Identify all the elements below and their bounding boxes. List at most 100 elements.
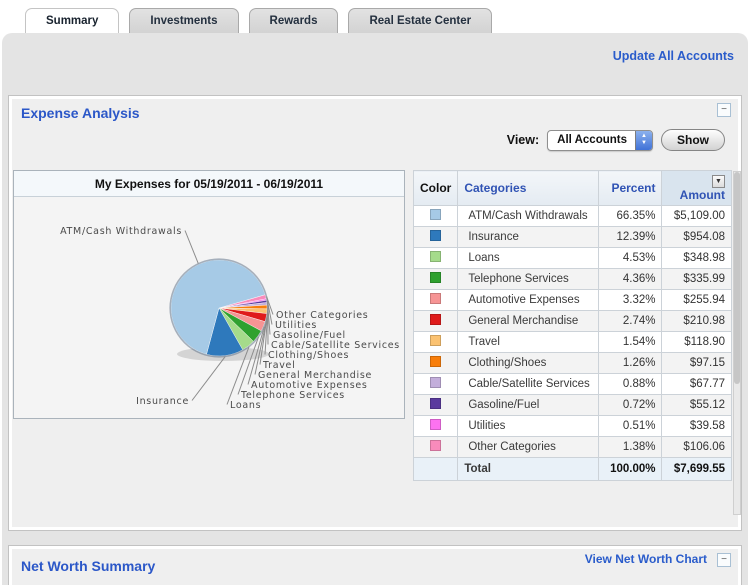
color-cell <box>414 269 458 290</box>
color-swatch <box>430 398 441 409</box>
percent-cell: 4.36% <box>598 269 662 290</box>
amount-cell: $39.58 <box>662 416 732 437</box>
expense-pie-chart: ATM/Cash WithdrawalsOther CategoriesUtil… <box>14 197 404 418</box>
color-swatch <box>430 440 441 451</box>
pie-label: Loans <box>230 400 261 411</box>
table-row: Cable/Satellite Services0.88%$67.77 <box>414 374 732 395</box>
category-cell: Other Categories <box>458 437 599 458</box>
table-header-row: Color Categories Percent ▼Amount <box>414 171 732 206</box>
category-cell: Automotive Expenses <box>458 290 599 311</box>
percent-cell: 3.32% <box>598 290 662 311</box>
chart-title: My Expenses for 05/19/2011 - 06/19/2011 <box>14 171 404 197</box>
tab-summary[interactable]: Summary <box>25 8 119 34</box>
table-row: Utilities0.51%$39.58 <box>414 416 732 437</box>
accounts-select-value: All Accounts <box>548 134 635 146</box>
tab-investments[interactable]: Investments <box>129 8 238 34</box>
amount-sort-icon[interactable]: ▼ <box>712 175 725 188</box>
update-all-accounts-link[interactable]: Update All Accounts <box>613 49 734 63</box>
expense-table: Color Categories Percent ▼Amount ATM/Cas… <box>413 170 732 481</box>
color-swatch <box>430 272 441 283</box>
amount-cell: $954.08 <box>662 227 732 248</box>
accounts-select[interactable]: All Accounts ▲▼ <box>547 130 653 151</box>
category-cell: General Merchandise <box>458 311 599 332</box>
color-swatch <box>430 377 441 388</box>
color-cell <box>414 353 458 374</box>
col-color: Color <box>414 171 458 206</box>
tab-rewards[interactable]: Rewards <box>249 8 339 34</box>
col-categories[interactable]: Categories <box>458 171 599 206</box>
amount-cell: $55.12 <box>662 395 732 416</box>
category-cell: Gasoline/Fuel <box>458 395 599 416</box>
color-swatch <box>430 251 441 262</box>
main-container: Update All Accounts Expense Analysis − V… <box>2 33 748 585</box>
percent-cell: 1.26% <box>598 353 662 374</box>
category-cell: Clothing/Shoes <box>458 353 599 374</box>
category-cell: ATM/Cash Withdrawals <box>458 206 599 227</box>
table-row: Automotive Expenses3.32%$255.94 <box>414 290 732 311</box>
amount-cell: $5,109.00 <box>662 206 732 227</box>
amount-cell: $67.77 <box>662 374 732 395</box>
table-row: ATM/Cash Withdrawals66.35%$5,109.00 <box>414 206 732 227</box>
color-swatch <box>430 209 441 220</box>
percent-cell: 2.74% <box>598 311 662 332</box>
table-row: Other Categories1.38%$106.06 <box>414 437 732 458</box>
table-row: Clothing/Shoes1.26%$97.15 <box>414 353 732 374</box>
amount-cell: $335.99 <box>662 269 732 290</box>
color-swatch <box>430 230 441 241</box>
col-percent[interactable]: Percent <box>598 171 662 206</box>
amount-cell: $210.98 <box>662 311 732 332</box>
amount-cell: $106.06 <box>662 437 732 458</box>
percent-cell: 1.38% <box>598 437 662 458</box>
pie-label: ATM/Cash Withdrawals <box>60 226 182 237</box>
color-cell <box>414 395 458 416</box>
amount-cell: $255.94 <box>662 290 732 311</box>
color-swatch <box>430 335 441 346</box>
expense-chart-box: My Expenses for 05/19/2011 - 06/19/2011 … <box>13 170 405 419</box>
percent-cell: 12.39% <box>598 227 662 248</box>
select-stepper-icon: ▲▼ <box>635 130 652 151</box>
color-swatch <box>430 356 441 367</box>
color-cell <box>414 416 458 437</box>
show-button[interactable]: Show <box>661 129 725 151</box>
view-controls: View: All Accounts ▲▼ Show <box>507 128 725 152</box>
pie-leader-line <box>185 231 198 264</box>
table-total-row: Total 100.00% $7,699.55 <box>414 458 732 481</box>
color-swatch <box>430 419 441 430</box>
view-net-worth-chart-link[interactable]: View Net Worth Chart <box>585 552 707 566</box>
percent-cell: 0.88% <box>598 374 662 395</box>
pie-label: Insurance <box>136 396 189 407</box>
view-label: View: <box>507 133 539 147</box>
percent-cell: 0.51% <box>598 416 662 437</box>
update-row: Update All Accounts <box>613 47 734 65</box>
collapse-expense-icon[interactable]: − <box>717 103 731 117</box>
expense-analysis-title: Expense Analysis <box>21 105 140 121</box>
table-row: Travel1.54%$118.90 <box>414 332 732 353</box>
table-row: Loans4.53%$348.98 <box>414 248 732 269</box>
col-amount[interactable]: ▼Amount <box>662 171 732 206</box>
category-cell: Cable/Satellite Services <box>458 374 599 395</box>
collapse-networth-icon[interactable]: − <box>717 553 731 567</box>
table-row: Gasoline/Fuel0.72%$55.12 <box>414 395 732 416</box>
table-scrollbar[interactable] <box>733 171 741 515</box>
tab-real-estate-center[interactable]: Real Estate Center <box>348 8 492 34</box>
category-cell: Travel <box>458 332 599 353</box>
category-cell: Telephone Services <box>458 269 599 290</box>
page: Summary Investments Rewards Real Estate … <box>0 0 750 585</box>
color-swatch <box>430 293 441 304</box>
percent-cell: 0.72% <box>598 395 662 416</box>
net-worth-title: Net Worth Summary <box>21 558 155 574</box>
total-percent: 100.00% <box>598 458 662 481</box>
table-row: Telephone Services4.36%$335.99 <box>414 269 732 290</box>
color-cell <box>414 290 458 311</box>
color-cell <box>414 206 458 227</box>
scrollbar-thumb[interactable] <box>734 172 740 384</box>
category-cell: Loans <box>458 248 599 269</box>
color-cell <box>414 227 458 248</box>
table-row: Insurance12.39%$954.08 <box>414 227 732 248</box>
color-cell <box>414 437 458 458</box>
amount-cell: $118.90 <box>662 332 732 353</box>
color-swatch <box>430 314 441 325</box>
color-cell <box>414 374 458 395</box>
category-cell: Utilities <box>458 416 599 437</box>
amount-cell: $97.15 <box>662 353 732 374</box>
